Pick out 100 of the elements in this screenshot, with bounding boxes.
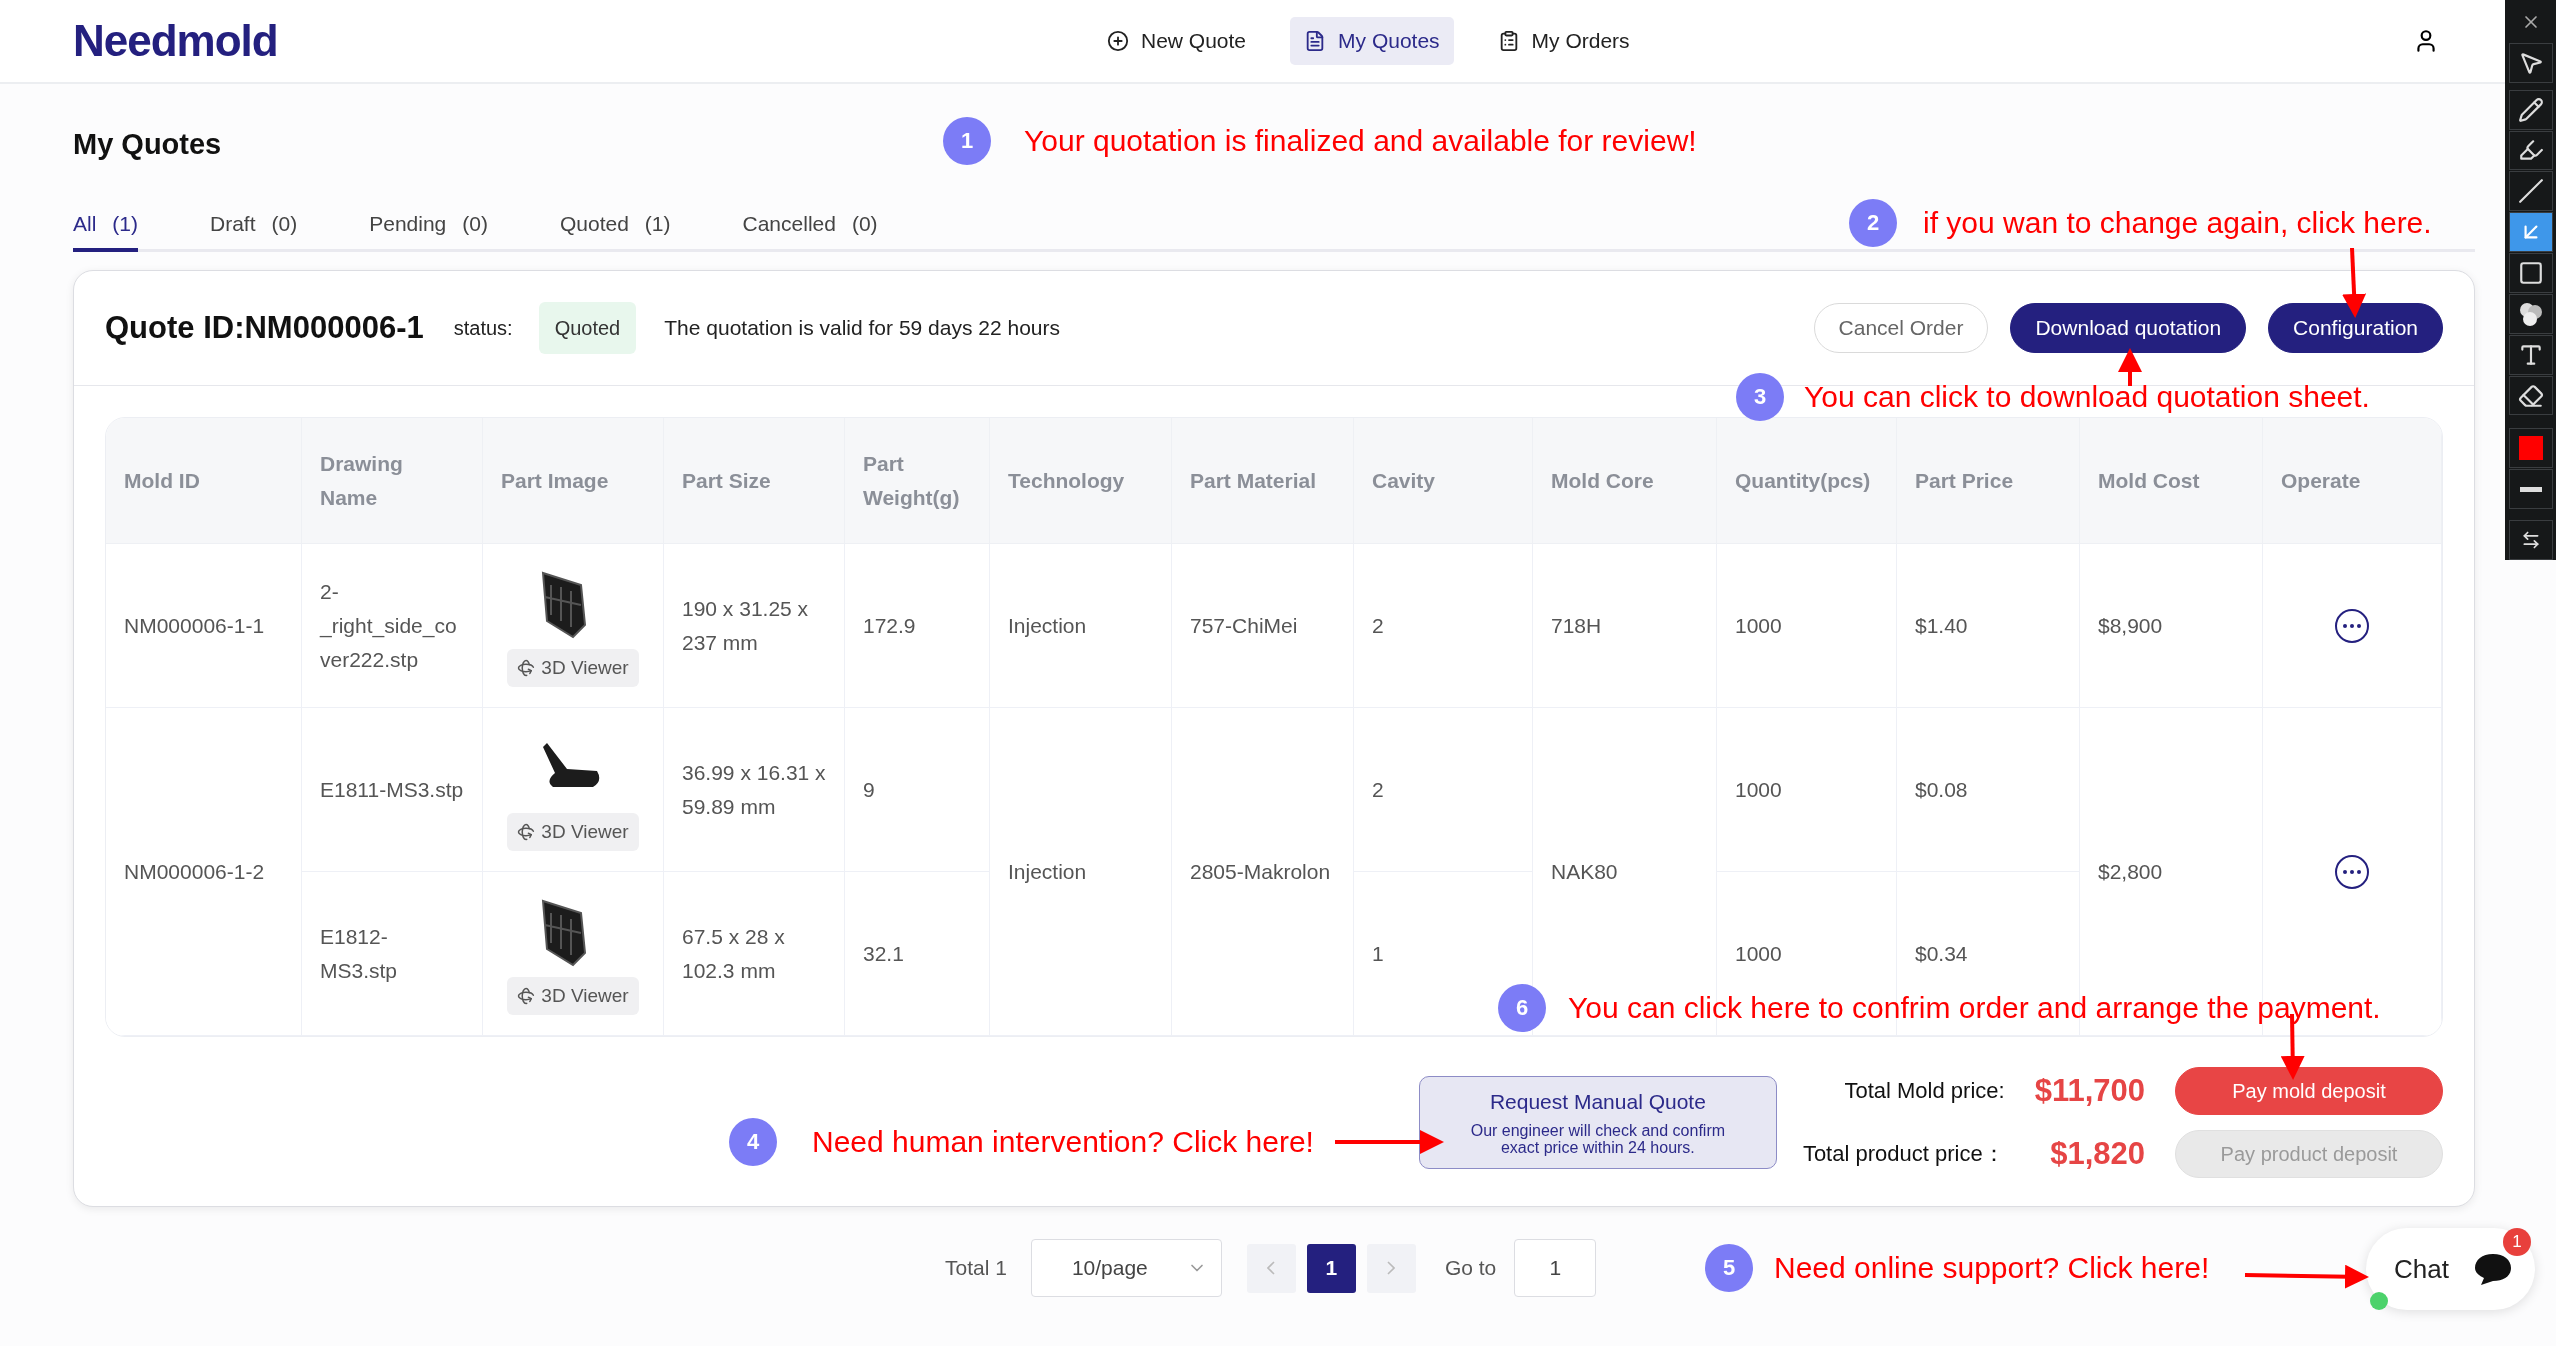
- table-cell: E1812-MS3.stp: [302, 872, 483, 1036]
- annotation-text: You can click here to confrim order and arrange the payment.: [1568, 990, 2381, 1026]
- 3d-rotate-icon: [517, 658, 536, 677]
- table-cell: 67.5 x 28 x 102.3 mm: [664, 872, 845, 1036]
- pay-button[interactable]: Pay mold deposit: [2175, 1067, 2443, 1115]
- numbers-tool-button[interactable]: [2508, 293, 2553, 334]
- status-badge: Quoted: [538, 302, 637, 354]
- column-header: Part Weight(g): [845, 418, 990, 544]
- table-cell: 172.9: [845, 544, 990, 708]
- plus-circle-icon: [1107, 30, 1129, 52]
- step-number-badge: 1: [943, 117, 991, 165]
- rectangle-icon: [2517, 260, 2544, 286]
- column-header: Drawing Name: [302, 418, 483, 544]
- table-cell: $8,900: [2080, 544, 2263, 708]
- more-button[interactable]: [2335, 608, 2369, 643]
- total-label: Total Mold price:: [1843, 1078, 2005, 1104]
- column-header: Part Price: [1897, 418, 2080, 544]
- 3d-viewer-button[interactable]: 3D Viewer: [507, 648, 639, 687]
- table-cell: 32.1: [845, 872, 990, 1036]
- annotation-text: You can click to download quotation sheet.: [1804, 379, 2370, 415]
- total-amount: $1,820: [2049, 1136, 2145, 1172]
- table-cell: 2: [1354, 544, 1533, 708]
- pencil-tool-button[interactable]: [2508, 89, 2553, 130]
- expand-button[interactable]: [2508, 520, 2553, 560]
- quote-id: Quote ID:NM000006-1: [105, 310, 424, 346]
- status-label: status:: [453, 316, 513, 340]
- table-cell: $1.40: [1897, 544, 2080, 708]
- text-tool-button[interactable]: [2508, 334, 2553, 375]
- nav-link[interactable]: My Quotes: [1290, 17, 1454, 65]
- manual-quote-button[interactable]: Request Manual Quote Our engineer will check and confirm exact price within 24 hours.: [1418, 1076, 1777, 1169]
- column-header: Quantity(pcs): [1717, 418, 1897, 544]
- column-header: Technology: [990, 418, 1172, 544]
- table-cell: NM000006-1-2: [106, 708, 302, 1036]
- table-cell: NM000006-1-1: [106, 544, 302, 708]
- table-cell: 2: [1354, 708, 1533, 872]
- eraser-icon: [2517, 382, 2544, 409]
- table-cell: 2-_right_side_cover222.stp: [302, 544, 483, 708]
- annotation-text: if you wan to change again, click here.: [1923, 205, 2432, 241]
- table-cell: 36.99 x 16.31 x 59.89 mm: [664, 708, 845, 872]
- step-number-badge: 2: [1849, 199, 1897, 247]
- annotation-arrow: [2118, 348, 2142, 386]
- goto-label: Go to: [1444, 1256, 1497, 1280]
- notification-badge: 1: [2503, 1228, 2531, 1256]
- annotation-arrow: [2342, 247, 2367, 318]
- column-header: Mold Core: [1533, 418, 1717, 544]
- total-label: Total product price：: [1802, 1140, 2005, 1168]
- tab[interactable]: Pending (0): [369, 212, 488, 252]
- table-cell: 718H: [1533, 544, 1717, 708]
- table-cell: Injection: [990, 708, 1172, 1036]
- line-width-button[interactable]: [2508, 469, 2553, 510]
- tab[interactable]: Draft (0): [210, 212, 298, 252]
- eraser-tool-button[interactable]: [2508, 375, 2553, 416]
- tab[interactable]: Quoted (1): [559, 212, 671, 252]
- select-tool-button[interactable]: [2508, 42, 2553, 83]
- nav-link[interactable]: New Quote: [1093, 17, 1261, 65]
- validity-text: The quotation is valid for 59 days 22 hours: [664, 316, 1060, 340]
- chat-button[interactable]: Chat 1: [2366, 1228, 2535, 1310]
- arrow-tool-button[interactable]: [2508, 212, 2553, 253]
- action-button[interactable]: Cancel Order: [1813, 303, 1989, 353]
- table-cell: 1000: [1717, 544, 1897, 708]
- tab[interactable]: Cancelled (0): [742, 212, 878, 252]
- highlighter-tool-button[interactable]: [2508, 130, 2553, 171]
- column-header: Mold ID: [106, 418, 302, 544]
- column-header: Part Image: [483, 418, 664, 544]
- 3d-rotate-icon: [517, 986, 536, 1005]
- page-button[interactable]: 1: [1306, 1243, 1356, 1293]
- numbered-circles-icon: [2517, 300, 2544, 327]
- rectangle-tool-button[interactable]: [2508, 253, 2553, 293]
- page-size-select[interactable]: 10/page: [1030, 1239, 1222, 1297]
- page-title: My Quotes: [73, 128, 222, 161]
- annotation-text: Your quotation is finalized and available for review!: [1024, 123, 1697, 159]
- line-tool-button[interactable]: [2508, 171, 2553, 212]
- 3d-viewer-button[interactable]: 3D Viewer: [507, 976, 639, 1015]
- table-cell: 757-ChiMei: [1172, 544, 1354, 708]
- total-amount: $11,700: [2034, 1073, 2145, 1109]
- table-cell: 9: [845, 708, 990, 872]
- action-button[interactable]: Download quotation: [2010, 303, 2247, 353]
- column-header: Part Material: [1172, 418, 1354, 544]
- table-cell: 1000: [1717, 708, 1897, 872]
- goto-input[interactable]: 1: [1514, 1239, 1597, 1297]
- column-header: Part Size: [664, 418, 845, 544]
- more-button[interactable]: [2335, 854, 2369, 889]
- table-cell: Injection: [990, 544, 1172, 708]
- chevron-left-icon: [1267, 1261, 1276, 1275]
- 3d-viewer-button[interactable]: 3D Viewer: [507, 812, 639, 851]
- line-icon: [2517, 178, 2544, 205]
- annotation-text: Need online support? Click here!: [1774, 1250, 2210, 1286]
- action-button[interactable]: Configuration: [2268, 303, 2443, 353]
- table-cell: 2805-Makrolon: [1172, 708, 1354, 1036]
- tab[interactable]: All (1): [73, 212, 138, 252]
- column-header: Operate: [2263, 418, 2442, 544]
- 3d-rotate-icon: [517, 822, 536, 841]
- step-number-badge: 5: [1705, 1244, 1753, 1292]
- column-header: Cavity: [1354, 418, 1533, 544]
- logo[interactable]: Needmold: [73, 16, 300, 66]
- annotation-text: Need human intervention? Click here!: [812, 1124, 1314, 1160]
- column-header: Mold Cost: [2080, 418, 2263, 544]
- nav-link[interactable]: My Orders: [1483, 17, 1644, 65]
- color-picker-button[interactable]: [2508, 428, 2553, 469]
- chat-bubble-icon: [2472, 1251, 2513, 1287]
